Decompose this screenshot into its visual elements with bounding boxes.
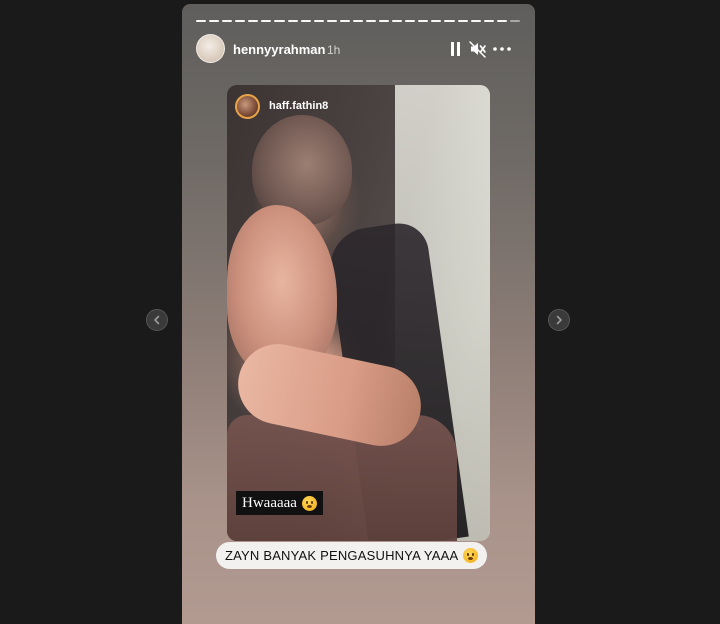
mute-icon — [469, 41, 486, 58]
progress-segment — [405, 20, 416, 22]
progress-segment — [496, 20, 507, 22]
more-horizontal-icon — [493, 47, 511, 51]
progress-segment — [339, 20, 350, 22]
text-sticker-hwa: Hwaaaaa — [236, 491, 323, 515]
previous-story-button[interactable] — [146, 309, 168, 331]
caption-text: ZAYN BANYAK PENGASUHNYA YAAA — [225, 548, 459, 563]
sticker-text: Hwaaaaa — [242, 494, 297, 511]
progress-segment — [261, 20, 272, 22]
progress-segment — [300, 20, 311, 22]
progress-segment — [457, 20, 468, 22]
shared-post-avatar[interactable] — [235, 93, 260, 119]
shared-post-username[interactable]: haff.fathin8 — [269, 100, 328, 112]
shared-post-header[interactable]: haff.fathin8 — [235, 93, 328, 119]
chevron-left-icon — [154, 315, 160, 325]
grimacing-face-emoji — [463, 548, 479, 563]
progress-segment — [313, 20, 324, 22]
progress-segment — [248, 20, 259, 22]
story-viewer: hennyyrahman 1h haff.fathin8 Hwaaaaa ZAY… — [0, 0, 720, 624]
progress-segment — [326, 20, 337, 22]
story-timestamp: 1h — [327, 43, 341, 57]
mute-button[interactable] — [468, 39, 488, 59]
progress-segment — [196, 20, 207, 22]
more-options-button[interactable] — [492, 39, 512, 59]
avatar[interactable] — [196, 34, 225, 63]
progress-segment — [483, 20, 494, 22]
pause-icon — [451, 42, 460, 56]
progress-segment — [509, 20, 520, 22]
face-with-open-mouth-emoji — [301, 495, 317, 511]
caption-sticker: ZAYN BANYAK PENGASUHNYA YAAA — [216, 542, 488, 569]
progress-segment — [444, 20, 455, 22]
story-progress-bar — [196, 20, 520, 22]
chevron-right-icon — [556, 315, 562, 325]
progress-segment — [379, 20, 390, 22]
progress-segment — [418, 20, 429, 22]
next-story-button[interactable] — [548, 309, 570, 331]
story-username[interactable]: hennyyrahman — [233, 42, 325, 57]
story-header: hennyyrahman 1h — [196, 34, 520, 64]
progress-segment — [366, 20, 377, 22]
progress-segment — [222, 20, 233, 22]
pause-button[interactable] — [446, 39, 466, 59]
progress-segment — [209, 20, 220, 22]
progress-segment — [470, 20, 481, 22]
progress-segment — [392, 20, 403, 22]
shared-post-media[interactable]: haff.fathin8 — [227, 85, 490, 541]
progress-segment — [235, 20, 246, 22]
progress-segment — [274, 20, 285, 22]
progress-segment — [431, 20, 442, 22]
progress-segment — [287, 20, 298, 22]
progress-segment — [352, 20, 364, 22]
